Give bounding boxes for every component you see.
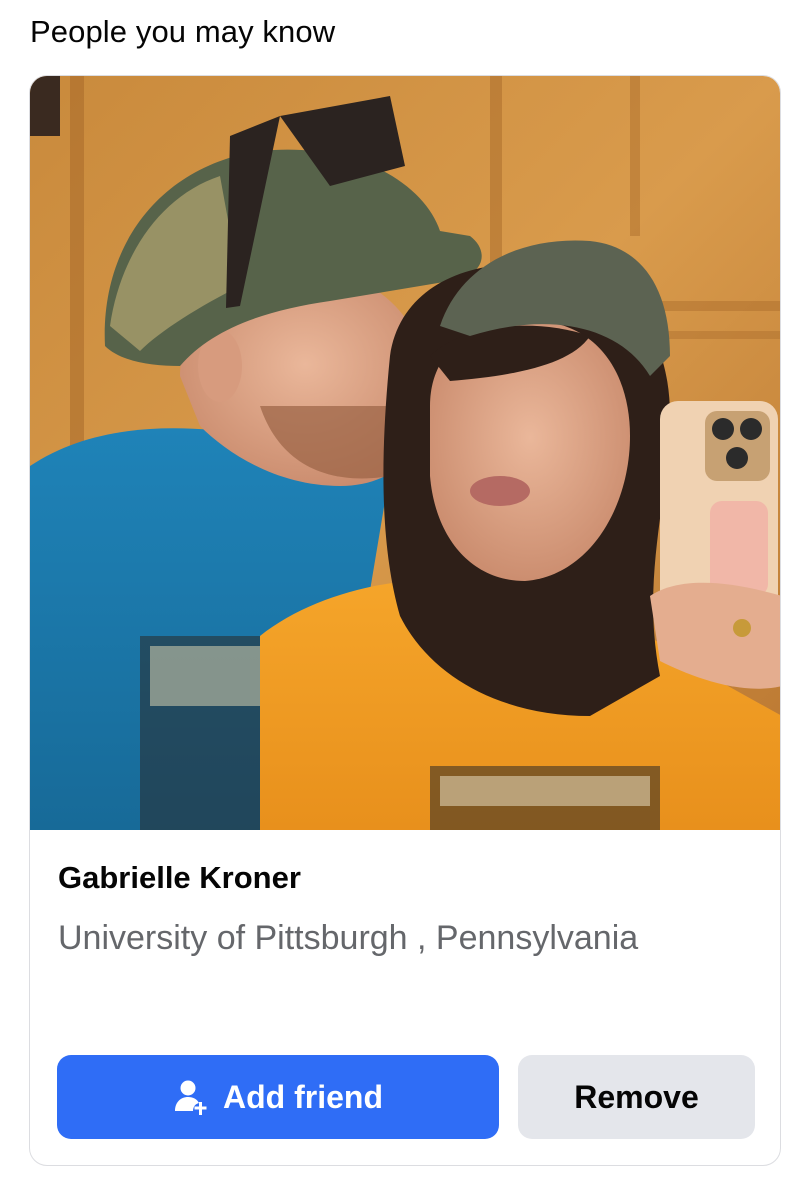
section-title: People you may know (30, 14, 336, 49)
suggestion-card: Gabrielle Kroner University of Pittsburg… (29, 75, 781, 1166)
add-friend-label: Add friend (223, 1078, 383, 1115)
add-person-icon (175, 1080, 207, 1115)
profile-photo[interactable] (30, 76, 781, 830)
remove-button[interactable]: Remove (518, 1055, 755, 1139)
add-friend-button[interactable]: Add friend (57, 1055, 499, 1139)
remove-label: Remove (574, 1078, 699, 1115)
person-name[interactable]: Gabrielle Kroner (58, 858, 301, 898)
person-subtitle: University of Pittsburgh , Pennsylvania (58, 919, 639, 957)
